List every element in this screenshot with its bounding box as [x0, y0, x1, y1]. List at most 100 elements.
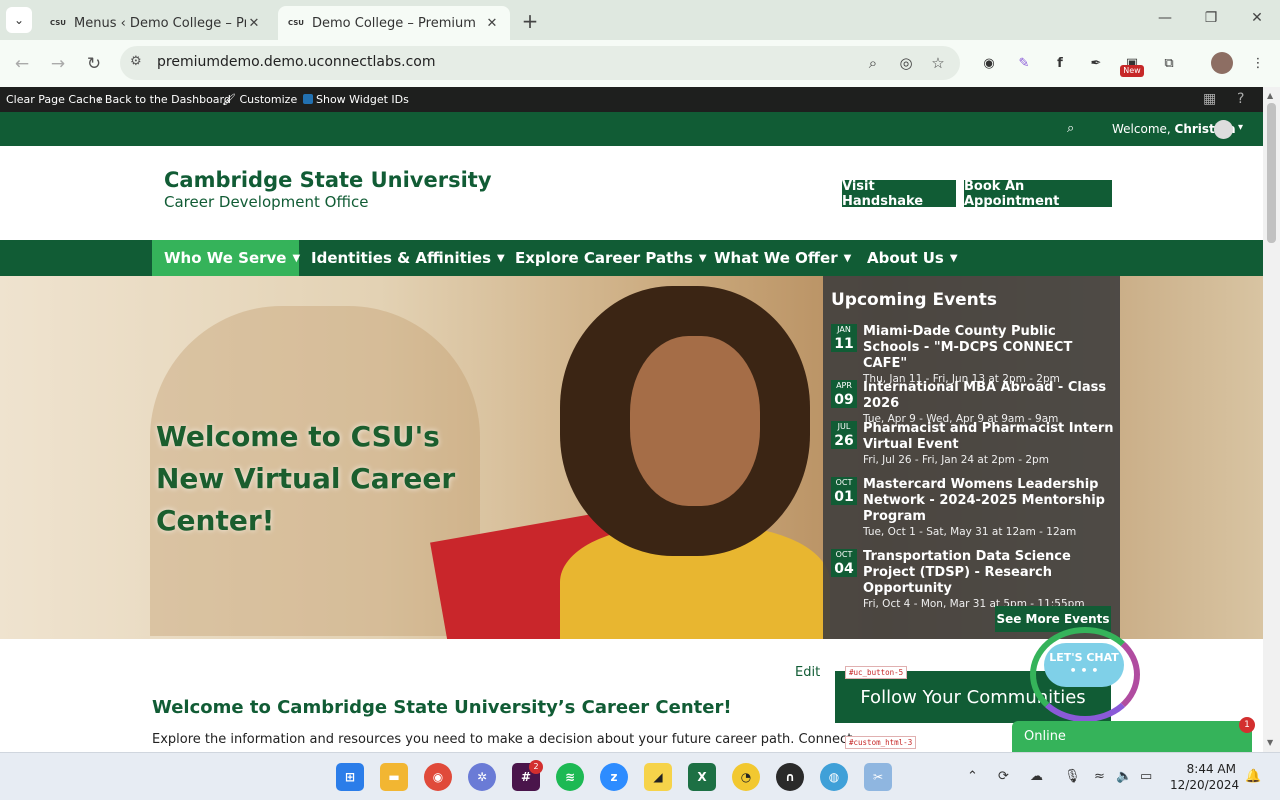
font-extension-icon[interactable]: f — [1049, 53, 1071, 75]
upcoming-events-panel: Upcoming Events JAN 11 Miami-Dade County … — [823, 276, 1120, 639]
lets-chat-button[interactable]: LET'S CHAT • • • — [1044, 643, 1124, 687]
event-month: OCT — [835, 550, 853, 559]
zoom-icon[interactable]: ⌕ — [862, 54, 884, 72]
back-icon[interactable]: ← — [10, 52, 34, 76]
events-heading: Upcoming Events — [831, 290, 998, 310]
sticky-notes-icon[interactable]: ◢ — [644, 763, 672, 791]
event-item[interactable]: OCT 01 Mastercard Womens Leadership Netwo… — [831, 477, 1116, 539]
office-name[interactable]: Career Development Office — [164, 193, 368, 211]
more-menu-icon[interactable]: ⋮ — [1247, 53, 1269, 75]
event-name[interactable]: International MBA Abroad - Class 2026 — [863, 380, 1116, 412]
chat-label: LET'S CHAT — [1049, 651, 1119, 664]
university-name[interactable]: Cambridge State University — [164, 168, 492, 192]
microphone-icon[interactable]: 🎙 — [1064, 769, 1081, 784]
system-clock[interactable]: 8:44 AM 12/20/2024 — [1170, 761, 1239, 793]
nav-identities-affinities[interactable]: Identities & Affinities ▼ — [299, 240, 517, 276]
tab-search-button[interactable]: ⌄ — [6, 7, 32, 33]
restore-icon[interactable]: ❐ — [1196, 10, 1226, 26]
site-header: Cambridge State University Career Develo… — [0, 146, 1263, 240]
minimize-icon[interactable]: — — [1150, 10, 1180, 26]
edit-link[interactable]: Edit — [795, 665, 820, 680]
bookmark-star-icon[interactable]: ☆ — [927, 54, 949, 72]
site-info-icon[interactable]: ⚙ — [130, 54, 142, 69]
nav-who-we-serve[interactable]: Who We Serve ▼ — [152, 240, 300, 276]
welcome-prefix: Welcome, — [1112, 122, 1175, 136]
help-icon[interactable]: ? — [1237, 91, 1244, 107]
event-name[interactable]: Transportation Data Science Project (TDS… — [863, 549, 1116, 597]
event-time: Tue, Oct 1 - Sat, May 31 at 12am - 12am — [863, 526, 1077, 538]
cloud-icon[interactable]: ☁ — [1030, 769, 1043, 784]
volume-icon[interactable]: 🔈 — [1116, 769, 1132, 784]
excel-icon[interactable]: X — [688, 763, 716, 791]
admin-bar: Clear Page Cache ‹ Back to the Dashboard… — [0, 87, 1263, 112]
chevron-down-icon[interactable]: ▾ — [1238, 122, 1243, 133]
checkbox-checked[interactable] — [303, 94, 313, 104]
reload-icon[interactable]: ↻ — [82, 52, 106, 76]
snipping-tool-icon[interactable]: ✂ — [864, 763, 892, 791]
globe-icon[interactable]: ◍ — [820, 763, 848, 791]
page-scrollbar[interactable]: ▲ ▼ — [1263, 87, 1280, 752]
nav-label: Identities & Affinities — [311, 249, 491, 267]
close-window-icon[interactable]: ✕ — [1242, 10, 1272, 26]
plus-icon[interactable]: + — [518, 9, 542, 33]
book-appointment-button[interactable]: Book An Appointment — [964, 179, 1112, 209]
nav-about-us[interactable]: About Us ▼ — [855, 240, 970, 276]
pen-extension-icon[interactable]: ✎ — [1013, 53, 1035, 75]
event-name[interactable]: Pharmacist and Pharmacist Intern Virtual… — [863, 421, 1116, 453]
headphones-icon[interactable]: ∩ — [776, 763, 804, 791]
chrome-icon[interactable]: ◉ — [424, 763, 452, 791]
event-name[interactable]: Mastercard Womens Leadership Network - 2… — [863, 477, 1116, 525]
battery-icon[interactable]: ▭ — [1140, 769, 1152, 784]
puzzle-icon[interactable]: ⧉ — [1158, 53, 1180, 75]
clear-cache-link[interactable]: Clear Page Cache — [6, 93, 103, 106]
avatar[interactable] — [1214, 120, 1233, 139]
event-name[interactable]: Miami-Dade County Public Schools - "M-DC… — [863, 324, 1116, 372]
event-time: Fri, Jul 26 - Fri, Jan 24 at 2pm - 2pm — [863, 454, 1049, 466]
sync-icon[interactable]: ⟳ — [998, 769, 1009, 784]
scroll-down-icon[interactable]: ▼ — [1267, 738, 1273, 747]
zoom-icon[interactable]: z — [600, 763, 628, 791]
show-widget-ids-toggle[interactable]: Show Widget IDs — [303, 93, 409, 106]
wifi-icon[interactable]: ≈ — [1094, 769, 1105, 784]
chevron-up-icon[interactable]: ⌃ — [967, 769, 978, 784]
settings-gear-icon[interactable]: ✲ — [468, 763, 496, 791]
nav-what-we-offer[interactable]: What We Offer ▼ — [702, 240, 863, 276]
extension-icon[interactable]: ◉ — [978, 53, 1000, 75]
scroll-up-icon[interactable]: ▲ — [1267, 91, 1273, 100]
online-chat-bar[interactable]: Online — [1012, 721, 1252, 752]
nav-explore-career-paths[interactable]: Explore Career Paths ▼ — [503, 240, 719, 276]
start-windows-icon[interactable]: ⊞ — [336, 763, 364, 791]
event-month: OCT — [835, 478, 853, 487]
event-item[interactable]: OCT 04 Transportation Data Science Projec… — [831, 549, 1116, 611]
search-icon[interactable]: ⌕ — [1067, 121, 1074, 136]
profile-avatar[interactable] — [1211, 52, 1233, 74]
event-item[interactable]: JUL 26 Pharmacist and Pharmacist Intern V… — [831, 421, 1116, 467]
eye-off-icon[interactable]: ◎ — [895, 54, 917, 72]
close-tab-icon[interactable]: ✕ — [484, 16, 500, 31]
event-item[interactable]: JAN 11 Miami-Dade County Public Schools -… — [831, 324, 1116, 386]
duck-icon[interactable]: ◔ — [732, 763, 760, 791]
file-explorer-icon[interactable]: ▬ — [380, 763, 408, 791]
widget-id-label: #custom_html-3 — [845, 736, 917, 749]
scrollbar-thumb[interactable] — [1267, 103, 1276, 243]
calendar-icon[interactable]: ▦ — [1203, 91, 1216, 107]
event-day: 01 — [834, 489, 854, 505]
event-month: JAN — [837, 325, 851, 334]
show-widget-ids-label: Show Widget IDs — [316, 93, 409, 106]
address-bar[interactable]: ⚙ premiumdemo.demo.uconnectlabs.com ⌕ ◎ … — [120, 46, 960, 80]
customize-link[interactable]: 🖌 Customize — [222, 93, 297, 106]
tab-demo-college[interactable]: CSU Demo College – Premium ✕ — [278, 6, 510, 40]
spotify-icon[interactable]: ≋ — [556, 763, 584, 791]
event-date: OCT 01 — [831, 477, 857, 505]
csu-favicon-icon: CSU — [50, 19, 66, 27]
close-tab-icon[interactable]: ✕ — [246, 16, 262, 31]
back-dashboard-link[interactable]: ‹ Back to the Dashboard — [97, 93, 231, 106]
event-date: APR 09 — [831, 380, 857, 408]
chevron-down-icon: ▼ — [843, 252, 852, 264]
forward-icon[interactable]: → — [46, 52, 70, 76]
tab-menus[interactable]: CSU Menus ‹ Demo College – Premi ✕ — [40, 6, 272, 40]
notification-bell-icon[interactable]: 🔔 — [1245, 769, 1261, 784]
visit-handshake-button[interactable]: Visit Handshake — [842, 179, 956, 209]
eyedropper-icon[interactable]: ✒ — [1085, 53, 1107, 75]
event-item[interactable]: APR 09 International MBA Abroad - Class 2… — [831, 380, 1116, 426]
